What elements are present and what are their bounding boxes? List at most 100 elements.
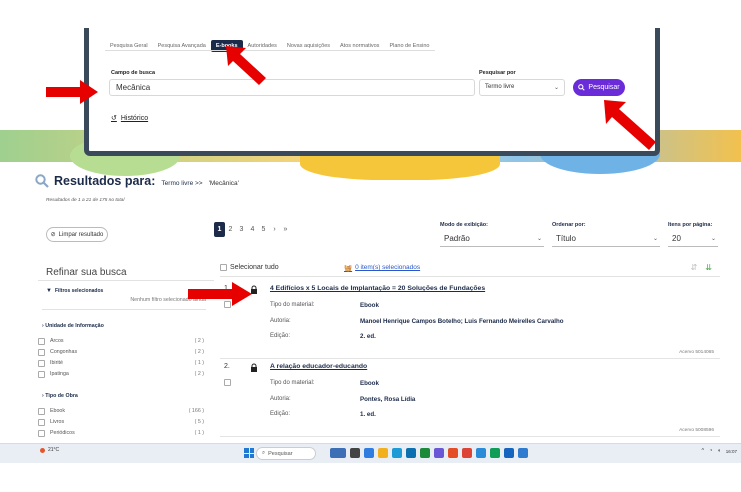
facet-unit-ipatinga[interactable]: Ipatinga ( 2 )	[38, 371, 204, 379]
results-heading: Resultados para: Termo livre >> 'Mecânic…	[54, 174, 239, 188]
folder-icon[interactable]	[378, 448, 388, 458]
checkbox[interactable]	[38, 338, 45, 345]
app-icon[interactable]	[350, 448, 360, 458]
clear-results-label: Limpar resultado	[58, 231, 104, 238]
app-icon[interactable]	[406, 448, 416, 458]
red-arrow-right-icon	[46, 80, 98, 104]
page-3[interactable]: 3	[236, 222, 247, 237]
sort-icon[interactable]: ⇵	[691, 263, 698, 272]
view-mode-value: Padrão	[444, 234, 470, 243]
filters-selected-label: Filtros selecionados	[54, 288, 104, 294]
type-value: Ebook	[360, 302, 379, 309]
app-icon[interactable]	[504, 448, 514, 458]
per-page-select[interactable]: 20 ⌄	[668, 230, 718, 247]
view-mode-label: Modo de exibição:	[440, 222, 488, 228]
unit-section-title[interactable]: › Unidade de Informação	[42, 323, 104, 329]
selected-count-label: 0 item(s) selecionados	[355, 264, 421, 271]
page-4[interactable]: 4	[247, 222, 258, 237]
search-button-label: Pesquisar	[588, 84, 620, 91]
checkbox[interactable]	[224, 379, 231, 386]
clock[interactable]: 16:07	[726, 449, 737, 454]
search-input[interactable]: Mecânica	[109, 79, 475, 96]
checkbox[interactable]	[220, 264, 227, 271]
app-icon[interactable]	[476, 448, 486, 458]
page-5[interactable]: 5	[258, 222, 269, 237]
taskbar-search[interactable]: ⌕ Pesquisar	[256, 447, 316, 460]
wifi-icon[interactable]: ◔	[709, 448, 712, 454]
view-mode-select[interactable]: Padrão ⌄	[440, 230, 544, 247]
checkbox[interactable]	[38, 349, 45, 356]
facet-count: ( 2 )	[194, 371, 204, 377]
selected-count-link[interactable]: 🧺 0 item(s) selecionados	[344, 264, 420, 272]
app-icon[interactable]	[364, 448, 374, 458]
windows-start-icon[interactable]	[244, 448, 254, 458]
facet-unit-congonhas[interactable]: Congonhas ( 2 )	[38, 349, 204, 357]
result-title-link[interactable]: 4 Edifícios x 5 Locais de Implantação = …	[270, 285, 485, 292]
weather-widget[interactable]: 21°C	[40, 447, 59, 453]
chevron-down-icon: ⌄	[553, 85, 559, 91]
app-icon[interactable]	[448, 448, 458, 458]
page-1[interactable]: 1	[214, 222, 225, 237]
facet-type-periodicos[interactable]: Periódicos ( 1 )	[38, 430, 204, 438]
facet-count: ( 1 )	[194, 430, 204, 436]
select-all[interactable]: Selecionar tudo	[220, 264, 279, 271]
search-by-label: Pesquisar por	[479, 70, 516, 76]
order-select[interactable]: Título ⌄	[552, 230, 660, 247]
search-button[interactable]: Pesquisar	[573, 79, 625, 96]
search-by-value: Termo livre	[485, 84, 515, 90]
facet-name: Ipatinga	[50, 371, 69, 377]
page-next[interactable]: ›	[269, 222, 280, 237]
facet-type-livros[interactable]: Livros ( 5 )	[38, 419, 204, 427]
checkbox[interactable]	[38, 360, 45, 367]
taskbar-apps	[330, 448, 528, 458]
author-value: Manoel Henrique Campos Botelho; Luis Fer…	[360, 318, 564, 325]
chevron-down-icon: ⌄	[710, 236, 716, 242]
refine-divider	[38, 280, 214, 281]
app-icon[interactable]	[392, 448, 402, 458]
facet-name: Livros	[50, 419, 65, 425]
facet-count: ( 2 )	[194, 338, 204, 344]
facet-divider	[42, 309, 206, 310]
search-by-select[interactable]: Termo livre ⌄	[479, 79, 565, 96]
facet-name: Arcos	[50, 338, 64, 344]
facet-panel: ▼ Filtros selecionados Nenhum filtro sel…	[38, 283, 210, 443]
sort-icons: ⇵ ⇊	[691, 263, 712, 272]
search-icon	[35, 174, 49, 188]
type-label: Tipo do material:	[270, 380, 315, 386]
pagination: 1 2 3 4 5 › »	[214, 222, 291, 237]
page-2[interactable]: 2	[225, 222, 236, 237]
chevron-up-icon[interactable]: ^	[701, 448, 704, 454]
clear-results-button[interactable]: ⊘ Limpar resultado	[46, 227, 108, 242]
checkbox[interactable]	[38, 430, 45, 437]
type-value: Ebook	[360, 380, 379, 387]
page-last[interactable]: »	[280, 222, 291, 237]
facet-unit-arcos[interactable]: Arcos ( 2 )	[38, 338, 204, 346]
history-link[interactable]: ↺ Histórico	[111, 114, 148, 123]
result-item: 1. 4 Edifícios x 5 Locais de Implantação…	[220, 283, 720, 359]
app-icon[interactable]	[330, 448, 346, 458]
checkbox[interactable]	[38, 419, 45, 426]
app-icon[interactable]	[420, 448, 430, 458]
sort-desc-icon[interactable]: ⇊	[705, 263, 712, 272]
app-icon[interactable]	[434, 448, 444, 458]
checkbox[interactable]	[38, 371, 45, 378]
search-field-label: Campo de busca	[111, 70, 156, 76]
facet-unit-ibirite[interactable]: Ibirité ( 1 )	[38, 360, 204, 368]
facet-type-ebook[interactable]: Ebook ( 166 )	[38, 408, 204, 416]
search-panel: Pesquisa Geral Pesquisa Avançada E-books…	[84, 28, 660, 156]
result-title-link[interactable]: A relação educador-educando	[270, 363, 367, 370]
app-icon[interactable]	[490, 448, 500, 458]
results-count: Resultados de 1 a 21 de 175 no total	[46, 198, 125, 203]
chrome-icon[interactable]	[462, 448, 472, 458]
edition-value: 2. ed.	[360, 333, 376, 340]
acervo-number: Acervo 5014065	[679, 350, 714, 355]
facet-count: ( 2 )	[194, 349, 204, 355]
checkbox[interactable]	[38, 408, 45, 415]
per-page-value: 20	[672, 234, 681, 243]
type-section-title[interactable]: › Tipo de Obra	[42, 393, 78, 399]
chevron-right-icon: ›	[42, 393, 44, 399]
basket-icon: 🧺	[344, 265, 353, 272]
app-icon[interactable]	[518, 448, 528, 458]
results-title: Resultados para:	[54, 174, 156, 188]
volume-icon[interactable]: ◖	[717, 448, 720, 454]
